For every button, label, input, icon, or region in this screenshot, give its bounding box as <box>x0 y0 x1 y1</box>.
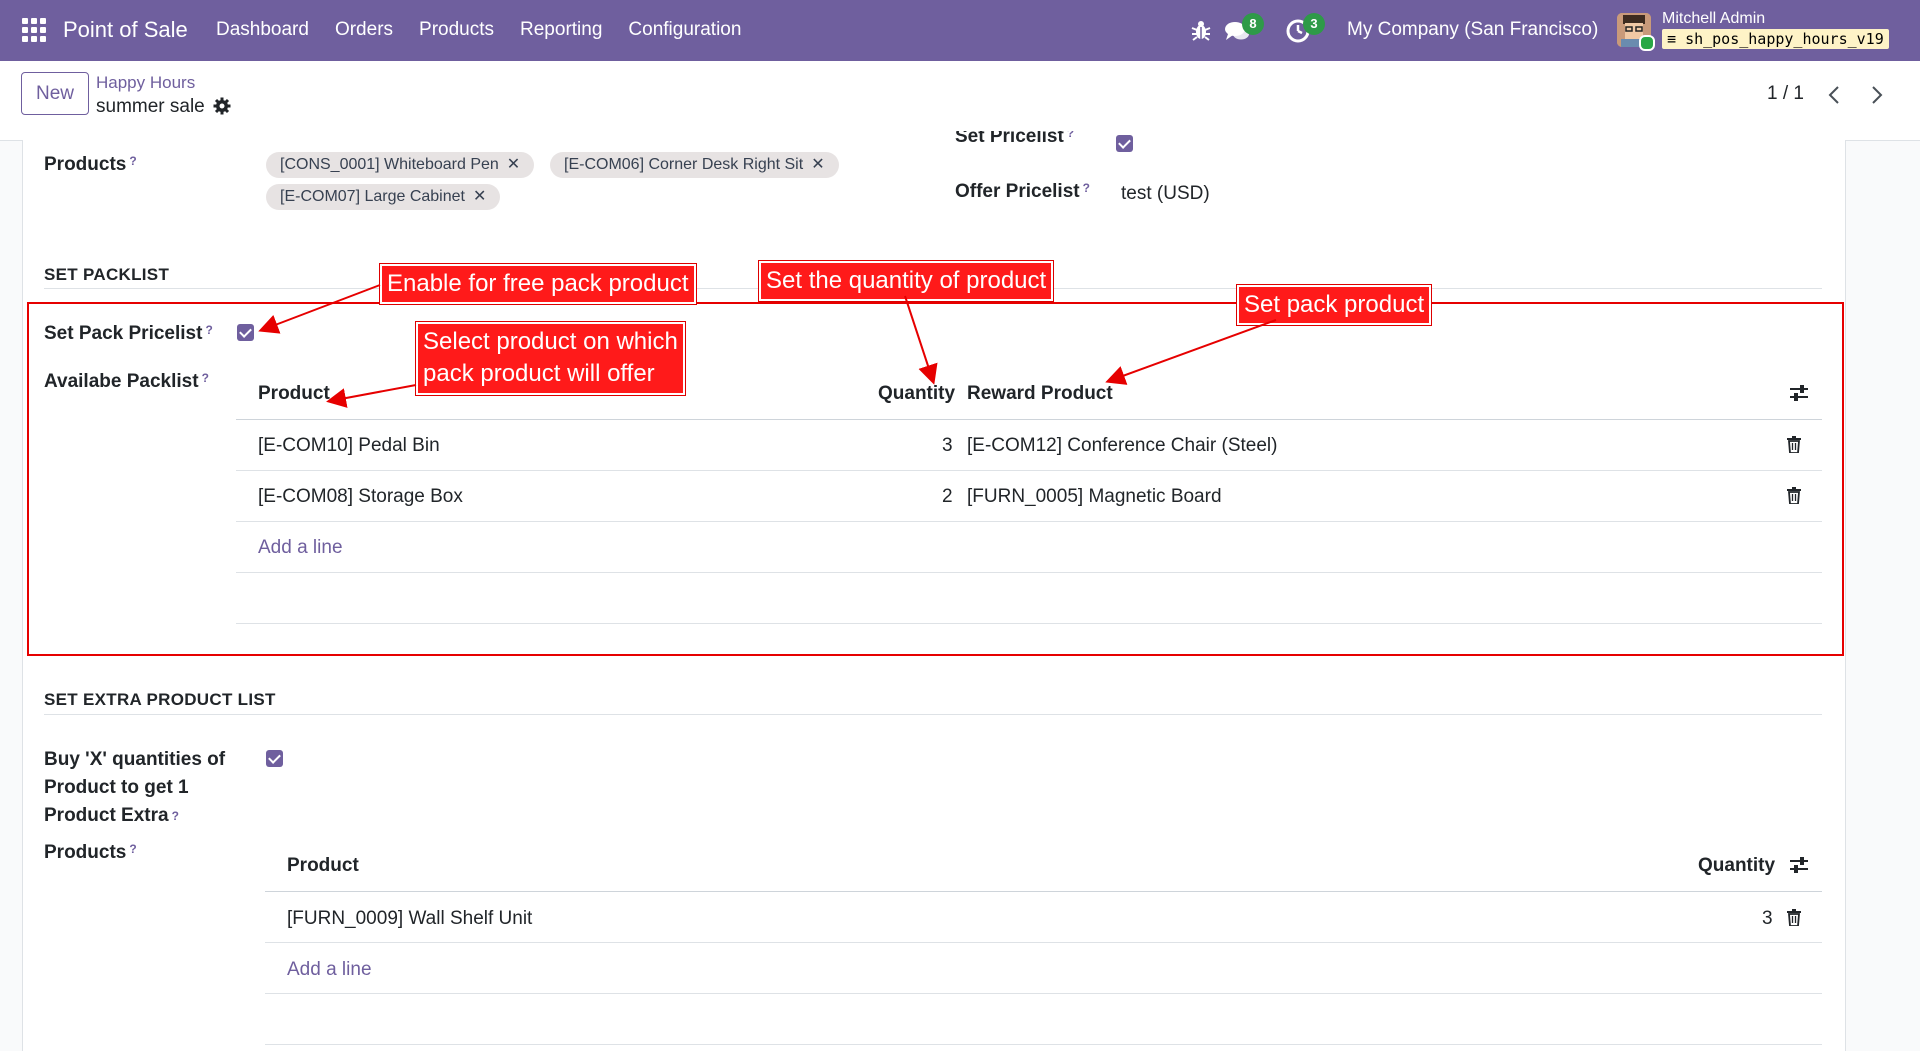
products-label-text: Products <box>44 154 127 175</box>
extra-row-quantity[interactable]: 3 <box>1762 908 1773 930</box>
product-tag: [CONS_0001] Whiteboard Pen ✕ <box>266 152 535 178</box>
help-icon[interactable]: ? <box>1083 181 1090 195</box>
messages-badge: 8 <box>1242 13 1264 35</box>
remove-tag-icon[interactable]: ✕ <box>473 188 486 205</box>
help-icon[interactable]: ? <box>172 809 179 823</box>
annotation-line: Select product on which <box>423 328 678 355</box>
offer-pricelist-value[interactable]: test (USD) <box>1121 183 1210 205</box>
annotation-line: pack product will offer <box>423 360 655 388</box>
annotation-set-pack: Set pack product <box>1237 285 1432 326</box>
chevron-right-icon[interactable] <box>1866 82 1888 108</box>
menu-dashboard[interactable]: Dashboard <box>216 19 309 41</box>
app-brand[interactable]: Point of Sale <box>63 17 188 43</box>
help-icon[interactable]: ? <box>129 154 136 168</box>
remove-tag-icon[interactable]: ✕ <box>811 156 824 173</box>
database-label: sh_pos_happy_hours_v19 <box>1685 30 1884 48</box>
chevron-left-icon[interactable] <box>1823 82 1845 108</box>
table-header-divider <box>265 891 1822 892</box>
control-panel: New Happy Hours summer sale 1 / 1 <box>0 61 1920 141</box>
table-row-divider <box>265 993 1822 994</box>
debug-bug-icon[interactable] <box>1190 18 1212 42</box>
buy-label-line: Buy 'X' quantities of <box>44 749 226 770</box>
column-header-quantity[interactable]: Quantity <box>1698 855 1775 877</box>
product-tag-label: [CONS_0001] Whiteboard Pen <box>280 156 499 173</box>
extra-add-line-link[interactable]: Add a line <box>287 959 372 981</box>
company-switcher[interactable]: My Company (San Francisco) <box>1347 19 1598 41</box>
annotation-enable-free: Enable for free pack product <box>380 264 696 305</box>
trash-icon[interactable] <box>1787 909 1801 926</box>
gear-icon[interactable] <box>213 97 231 115</box>
section-divider <box>44 714 1822 715</box>
products-field-label: Products? <box>44 154 137 176</box>
product-tag: [E-COM06] Corner Desk Right Sit ✕ <box>550 152 839 178</box>
annotation-set-quantity: Set the quantity of product <box>759 261 1054 302</box>
product-tag: [E-COM07] Large Cabinet ✕ <box>266 184 501 210</box>
buy-label-line: Product Extra <box>44 805 169 826</box>
extra-products-label: Products? <box>44 842 137 864</box>
menu-products[interactable]: Products <box>419 19 494 41</box>
set-pricelist-label-text: Set Pricelist <box>955 131 1064 147</box>
help-icon[interactable]: ? <box>1067 131 1074 140</box>
activities-badge: 3 <box>1303 13 1325 35</box>
menu-configuration[interactable]: Configuration <box>628 19 741 41</box>
record-title: summer sale <box>96 96 205 117</box>
table-row-divider <box>265 1044 1822 1045</box>
user-name[interactable]: Mitchell Admin <box>1662 10 1765 28</box>
set-packlist-title: SET PACKLIST <box>44 265 170 284</box>
offer-pricelist-label: Offer Pricelist? <box>955 181 1090 203</box>
annotation-highlight-box <box>27 302 1844 656</box>
set-pricelist-checkbox[interactable] <box>1116 135 1133 152</box>
buy-x-get-extra-label: Buy 'X' quantities of Product to get 1 P… <box>44 746 225 830</box>
annotation-select-product: Select product on which pack product wil… <box>416 322 685 395</box>
remove-tag-icon[interactable]: ✕ <box>507 156 520 173</box>
online-status-dot <box>1639 35 1655 51</box>
set-extra-product-title: SET EXTRA PRODUCT LIST <box>44 690 276 709</box>
menu-orders[interactable]: Orders <box>335 19 393 41</box>
pager-value[interactable]: 1 / 1 <box>1767 83 1804 105</box>
database-icon: ≡ <box>1667 30 1677 48</box>
table-row-divider <box>265 942 1822 943</box>
new-button[interactable]: New <box>21 72 89 115</box>
help-icon[interactable]: ? <box>129 842 136 856</box>
breadcrumb-happy-hours[interactable]: Happy Hours <box>96 73 195 93</box>
product-tag-label: [E-COM07] Large Cabinet <box>280 188 465 205</box>
extra-products-label-text: Products <box>44 842 127 863</box>
menu-reporting[interactable]: Reporting <box>520 19 602 41</box>
extra-row-product[interactable]: [FURN_0009] Wall Shelf Unit <box>287 908 532 930</box>
set-pricelist-label: Set Pricelist? <box>955 131 1074 148</box>
buy-label-line: Product to get 1 <box>44 777 189 798</box>
optional-columns-icon[interactable] <box>1788 855 1810 875</box>
app-menu-icon[interactable] <box>22 18 46 42</box>
buy-x-get-extra-checkbox[interactable] <box>266 750 283 767</box>
offer-pricelist-label-text: Offer Pricelist <box>955 181 1080 202</box>
column-header-product[interactable]: Product <box>287 855 359 877</box>
product-tag-label: [E-COM06] Corner Desk Right Sit <box>564 156 804 173</box>
database-name: ≡ sh_pos_happy_hours_v19 <box>1662 29 1889 49</box>
top-navbar: Point of Sale Dashboard Orders Products … <box>0 0 1920 61</box>
main-menu: Dashboard Orders Products Reporting Conf… <box>216 19 767 41</box>
